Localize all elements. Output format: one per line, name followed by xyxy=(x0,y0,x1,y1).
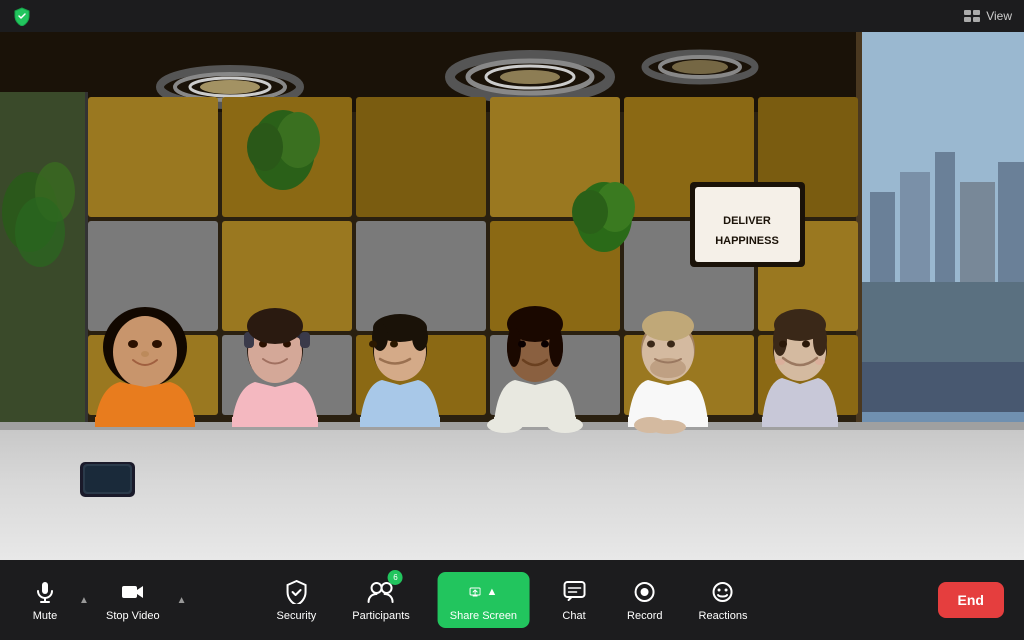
stop-video-label: Stop Video xyxy=(106,610,160,622)
participants-icon: 6 xyxy=(367,578,395,606)
reactions-icon xyxy=(709,578,737,606)
mute-label: Mute xyxy=(33,610,57,622)
mute-button[interactable]: Mute xyxy=(20,572,70,628)
record-button[interactable]: Record xyxy=(619,572,670,628)
top-bar-right[interactable]: View xyxy=(964,9,1012,23)
top-bar: View xyxy=(0,0,1024,32)
toolbar-right: End xyxy=(938,582,1004,618)
camera-icon xyxy=(119,578,147,606)
participants-count-badge: 6 xyxy=(388,570,403,585)
reactions-button[interactable]: Reactions xyxy=(691,572,756,628)
security-button[interactable]: Security xyxy=(269,572,325,628)
record-label: Record xyxy=(627,610,662,622)
view-label: View xyxy=(986,9,1012,23)
participants-label: Participants xyxy=(352,610,409,622)
video-area: DELIVER HAPPINESS xyxy=(0,32,1024,560)
record-icon xyxy=(631,578,659,606)
chat-icon xyxy=(560,578,588,606)
svg-text:DELIVER: DELIVER xyxy=(723,215,771,227)
share-screen-button[interactable]: ▲ Share Screen xyxy=(438,572,529,628)
stop-video-button[interactable]: Stop Video xyxy=(98,572,168,628)
top-bar-left xyxy=(12,6,32,26)
security-icon xyxy=(282,578,310,606)
participants-button[interactable]: 6 Participants xyxy=(344,572,417,628)
end-button[interactable]: End xyxy=(938,582,1004,618)
chat-button[interactable]: Chat xyxy=(549,572,599,628)
security-label: Security xyxy=(277,610,317,622)
scene-background: DELIVER HAPPINESS xyxy=(0,32,1024,560)
view-grid-icon xyxy=(964,10,980,22)
mute-caret[interactable]: ▲ xyxy=(74,580,94,620)
stop-video-caret[interactable]: ▲ xyxy=(172,580,192,620)
share-screen-label: Share Screen xyxy=(450,610,517,622)
chat-label: Chat xyxy=(562,610,585,622)
microphone-icon xyxy=(31,578,59,606)
toolbar-center: Security 6 Participants xyxy=(269,572,756,628)
reactions-label: Reactions xyxy=(699,610,748,622)
toolbar: Mute ▲ Stop Video ▲ Security xyxy=(0,560,1024,640)
toolbar-left: Mute ▲ Stop Video ▲ xyxy=(20,572,192,628)
svg-text:HAPPINESS: HAPPINESS xyxy=(715,235,779,247)
share-screen-icon: ▲ xyxy=(469,578,497,606)
shield-icon xyxy=(12,6,32,26)
